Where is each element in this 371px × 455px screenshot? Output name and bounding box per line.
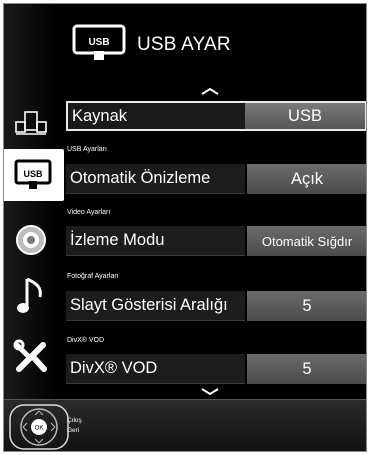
header: USB USB AYAR: [64, 4, 366, 79]
usb-icon-label: USB: [23, 169, 43, 179]
menu-row-label: İzleme Modu: [66, 226, 245, 256]
remote-control-icon: OK: [9, 404, 69, 450]
usb-settings-window: USB USB USB AYAR Kaynak USB USB Ayarları…: [3, 3, 367, 452]
section-label-video: Video Ayarları: [67, 209, 111, 216]
exit-legend: Çıkış: [67, 417, 82, 424]
section-label-usb: USB Ayarları: [67, 146, 107, 153]
menu-row-label: Kaynak: [66, 101, 245, 131]
sidebar-item-picture[interactable]: [4, 214, 57, 266]
back-legend: Geri: [67, 427, 80, 434]
menu-row-view-mode[interactable]: İzleme Modu Otomatik Sığdır: [66, 226, 366, 256]
scroll-down-icon[interactable]: [200, 387, 220, 397]
sidebar: USB: [4, 4, 64, 399]
ok-label: OK: [35, 426, 44, 432]
picture-icon: [15, 225, 46, 255]
menu-row-label: Slayt Gösterisi Aralığı: [66, 291, 245, 321]
scroll-up-icon[interactable]: [200, 86, 220, 96]
sources-icon: [14, 111, 47, 135]
usb-logo-icon: USB: [72, 24, 126, 60]
tools-icon: [13, 339, 47, 372]
menu-row-value[interactable]: Otomatik Sığdır: [247, 226, 366, 256]
menu-row-label: DivX® VOD: [66, 354, 245, 384]
menu-row-slideshow-interval[interactable]: Slayt Gösterisi Aralığı 5: [66, 291, 366, 321]
menu-row-value[interactable]: Açık: [247, 164, 366, 194]
menu-row-value[interactable]: USB: [245, 101, 366, 131]
page-title: USB AYAR: [137, 34, 231, 55]
usb-logo-label: USB: [88, 37, 109, 48]
music-note-icon: [16, 277, 42, 313]
menu-row-value[interactable]: 5: [247, 354, 366, 384]
sidebar-item-sound[interactable]: [4, 270, 57, 322]
sidebar-item-sources[interactable]: [4, 97, 57, 149]
menu-row-divx-vod[interactable]: DivX® VOD 5: [66, 354, 366, 384]
menu-row-auto-preview[interactable]: Otomatik Önizleme Açık: [66, 164, 366, 194]
menu-row-source[interactable]: Kaynak USB: [66, 101, 366, 131]
sidebar-item-usb[interactable]: USB: [4, 149, 64, 201]
sidebar-item-settings[interactable]: [4, 330, 57, 382]
usb-icon: USB: [14, 159, 52, 189]
footer-legend: OK Çıkış Geri: [4, 399, 366, 451]
menu-row-value[interactable]: 5: [247, 291, 366, 321]
menu-row-label: Otomatik Önizleme: [66, 164, 245, 194]
section-label-divx: DivX® VOD: [67, 337, 105, 344]
section-label-photo: Fotoğraf Ayarları: [67, 273, 119, 280]
